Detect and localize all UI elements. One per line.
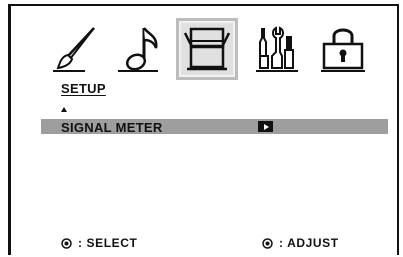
adjust-hint-label: : ADJUST	[279, 236, 339, 250]
menu-item-label: SIGNAL METER	[61, 120, 163, 135]
menu-icon-bar	[46, 10, 376, 80]
picture-menu-button[interactable]	[50, 22, 100, 74]
frame-left-line	[8, 4, 11, 255]
tools-menu-button[interactable]	[252, 22, 302, 74]
music-note-icon	[118, 27, 158, 72]
select-dial-icon	[61, 237, 72, 249]
select-hint-label: : SELECT	[78, 236, 138, 250]
frame-top-line	[8, 4, 399, 6]
scroll-up-arrow-icon	[61, 107, 67, 112]
frame-right-line	[397, 4, 399, 255]
footer-select-hint: : SELECT	[61, 236, 137, 250]
tools-icon	[256, 26, 298, 72]
lock-menu-button[interactable]	[318, 22, 368, 74]
adjust-dial-icon	[262, 237, 273, 249]
footer-adjust-hint: : ADJUST	[262, 236, 339, 250]
enter-arrow-icon	[258, 121, 273, 132]
menu-item-signal-meter[interactable]: SIGNAL METER	[41, 119, 388, 135]
setup-screen-icon	[183, 27, 231, 71]
audio-menu-button[interactable]	[114, 22, 164, 74]
lock-icon	[321, 28, 365, 72]
paint-brush-icon	[53, 27, 95, 72]
setup-menu-button[interactable]	[176, 18, 238, 80]
section-title: SETUP	[61, 81, 106, 96]
